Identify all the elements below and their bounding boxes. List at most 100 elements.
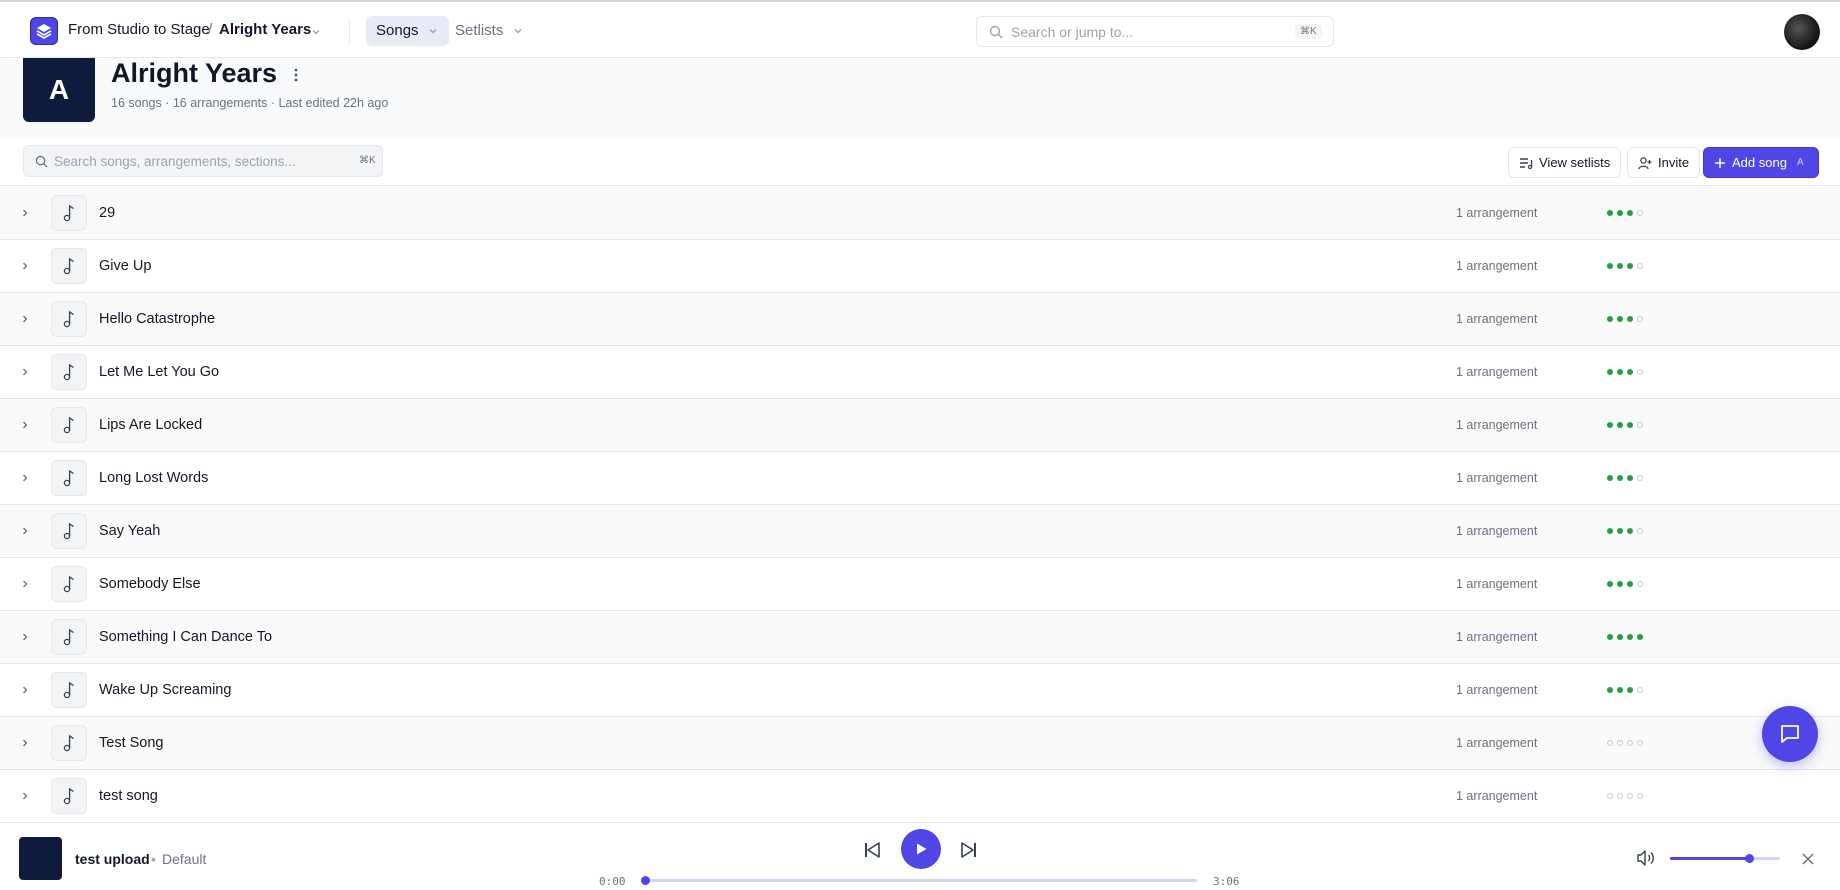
song-row[interactable]: Long Lost Words 1 arrangement xyxy=(0,452,1840,505)
song-icon-box xyxy=(51,619,87,655)
progress-dots xyxy=(1607,685,1643,695)
music-note-icon xyxy=(63,522,74,540)
song-row[interactable]: Something I Can Dance To 1 arrangement xyxy=(0,611,1840,664)
list-music-icon xyxy=(1520,157,1533,169)
breadcrumb-org[interactable]: From Studio to Stage xyxy=(68,21,210,38)
chevron-right-icon[interactable] xyxy=(19,419,31,431)
chevron-down-icon[interactable] xyxy=(310,26,322,38)
chevron-right-icon[interactable] xyxy=(19,472,31,484)
progress-dot-complete xyxy=(1617,475,1623,481)
view-setlists-button[interactable]: View setlists xyxy=(1508,147,1622,178)
progress-dot-empty xyxy=(1637,528,1643,534)
progress-dot-empty xyxy=(1637,475,1643,481)
chevron-right-icon[interactable] xyxy=(19,684,31,696)
song-title[interactable]: Something I Can Dance To xyxy=(99,629,272,645)
breadcrumb-project[interactable]: Alright Years xyxy=(219,21,311,38)
chevron-right-icon[interactable] xyxy=(19,790,31,802)
progress-dot-complete xyxy=(1637,634,1643,640)
song-list: 29 1 arrangement Give Up 1 arrangement H… xyxy=(0,187,1840,823)
tab-setlists[interactable]: Setlists xyxy=(445,16,534,46)
chevron-right-icon[interactable] xyxy=(19,525,31,537)
song-row[interactable]: Lips Are Locked 1 arrangement xyxy=(0,399,1840,452)
chevron-right-icon[interactable] xyxy=(19,313,31,325)
chat-button[interactable] xyxy=(1762,706,1818,762)
song-search-input[interactable] xyxy=(54,146,334,176)
song-title[interactable]: Lips Are Locked xyxy=(99,417,202,433)
tab-songs[interactable]: Songs xyxy=(366,16,449,46)
song-row[interactable]: Test Song 1 arrangement xyxy=(0,717,1840,770)
invite-button[interactable]: Invite xyxy=(1627,147,1701,178)
volume-slider[interactable] xyxy=(1670,854,1780,863)
song-row[interactable]: test song 1 arrangement xyxy=(0,770,1840,823)
song-title[interactable]: Say Yeah xyxy=(99,523,160,539)
song-title[interactable]: Somebody Else xyxy=(99,576,201,592)
chat-bubble-icon xyxy=(1781,725,1799,743)
music-note-icon xyxy=(63,628,74,646)
progress-dots xyxy=(1607,632,1643,642)
progress-dots xyxy=(1607,526,1643,536)
music-note-icon xyxy=(63,469,74,487)
song-title[interactable]: 29 xyxy=(99,205,115,221)
progress-dot-complete xyxy=(1627,422,1633,428)
play-button[interactable] xyxy=(901,829,941,869)
music-note-icon xyxy=(63,363,74,381)
song-title[interactable]: Test Song xyxy=(99,735,164,751)
add-song-button[interactable]: Add song A xyxy=(1703,147,1819,178)
song-title[interactable]: Wake Up Screaming xyxy=(99,682,231,698)
seek-bar[interactable] xyxy=(641,876,1197,885)
volume-handle[interactable] xyxy=(1745,854,1754,863)
song-icon-box xyxy=(51,354,87,390)
track-name: test upload xyxy=(75,851,150,867)
song-row[interactable]: 29 1 arrangement xyxy=(0,187,1840,240)
add-song-label: Add song xyxy=(1732,155,1787,170)
chevron-right-icon[interactable] xyxy=(19,737,31,749)
song-row[interactable]: Wake Up Screaming 1 arrangement xyxy=(0,664,1840,717)
progress-dot-empty xyxy=(1627,740,1633,746)
app-logo[interactable] xyxy=(30,17,58,45)
progress-dot-empty xyxy=(1607,793,1613,799)
song-icon-box xyxy=(51,195,87,231)
song-row[interactable]: Hello Catastrophe 1 arrangement xyxy=(0,293,1840,346)
user-plus-icon xyxy=(1638,156,1652,169)
more-vertical-icon[interactable] xyxy=(290,66,302,84)
chevron-right-icon[interactable] xyxy=(19,366,31,378)
music-note-icon xyxy=(63,257,74,275)
song-row[interactable]: Give Up 1 arrangement xyxy=(0,240,1840,293)
progress-dot-complete xyxy=(1617,422,1623,428)
song-title[interactable]: test song xyxy=(99,788,158,804)
progress-dot-complete xyxy=(1617,634,1623,640)
skip-forward-icon[interactable] xyxy=(958,839,980,861)
music-note-icon xyxy=(63,734,74,752)
arrangement-count: 1 arrangement xyxy=(1456,789,1538,803)
top-bar: From Studio to Stage / Alright Years Son… xyxy=(0,0,1840,58)
global-search-input[interactable] xyxy=(1011,17,1261,46)
chevron-right-icon[interactable] xyxy=(19,207,31,219)
song-row[interactable]: Let Me Let You Go 1 arrangement xyxy=(0,346,1840,399)
progress-dot-empty xyxy=(1627,793,1633,799)
chevron-right-icon[interactable] xyxy=(19,260,31,272)
duration-time: 3:06 xyxy=(1213,875,1240,888)
project-tile: A xyxy=(23,58,95,122)
song-icon-box xyxy=(51,566,87,602)
song-title[interactable]: Let Me Let You Go xyxy=(99,364,219,380)
song-title[interactable]: Give Up xyxy=(99,258,151,274)
song-row[interactable]: Somebody Else 1 arrangement xyxy=(0,558,1840,611)
progress-dots xyxy=(1607,208,1643,218)
song-title[interactable]: Hello Catastrophe xyxy=(99,311,215,327)
user-avatar[interactable] xyxy=(1784,14,1820,50)
seek-handle[interactable] xyxy=(641,876,650,885)
skip-back-icon[interactable] xyxy=(861,839,883,861)
tab-setlists-label: Setlists xyxy=(455,22,504,39)
progress-dot-complete xyxy=(1617,369,1623,375)
layers-icon xyxy=(36,24,52,39)
chevron-right-icon[interactable] xyxy=(19,578,31,590)
speaker-icon[interactable] xyxy=(1636,849,1656,867)
close-icon[interactable] xyxy=(1801,852,1815,866)
chevron-right-icon[interactable] xyxy=(19,631,31,643)
progress-dot-empty xyxy=(1637,210,1643,216)
global-search[interactable]: ⌘K xyxy=(976,16,1334,47)
arrangement-count: 1 arrangement xyxy=(1456,736,1538,750)
song-title[interactable]: Long Lost Words xyxy=(99,470,208,486)
song-row[interactable]: Say Yeah 1 arrangement xyxy=(0,505,1840,558)
song-search[interactable]: ⌘K xyxy=(23,145,383,177)
